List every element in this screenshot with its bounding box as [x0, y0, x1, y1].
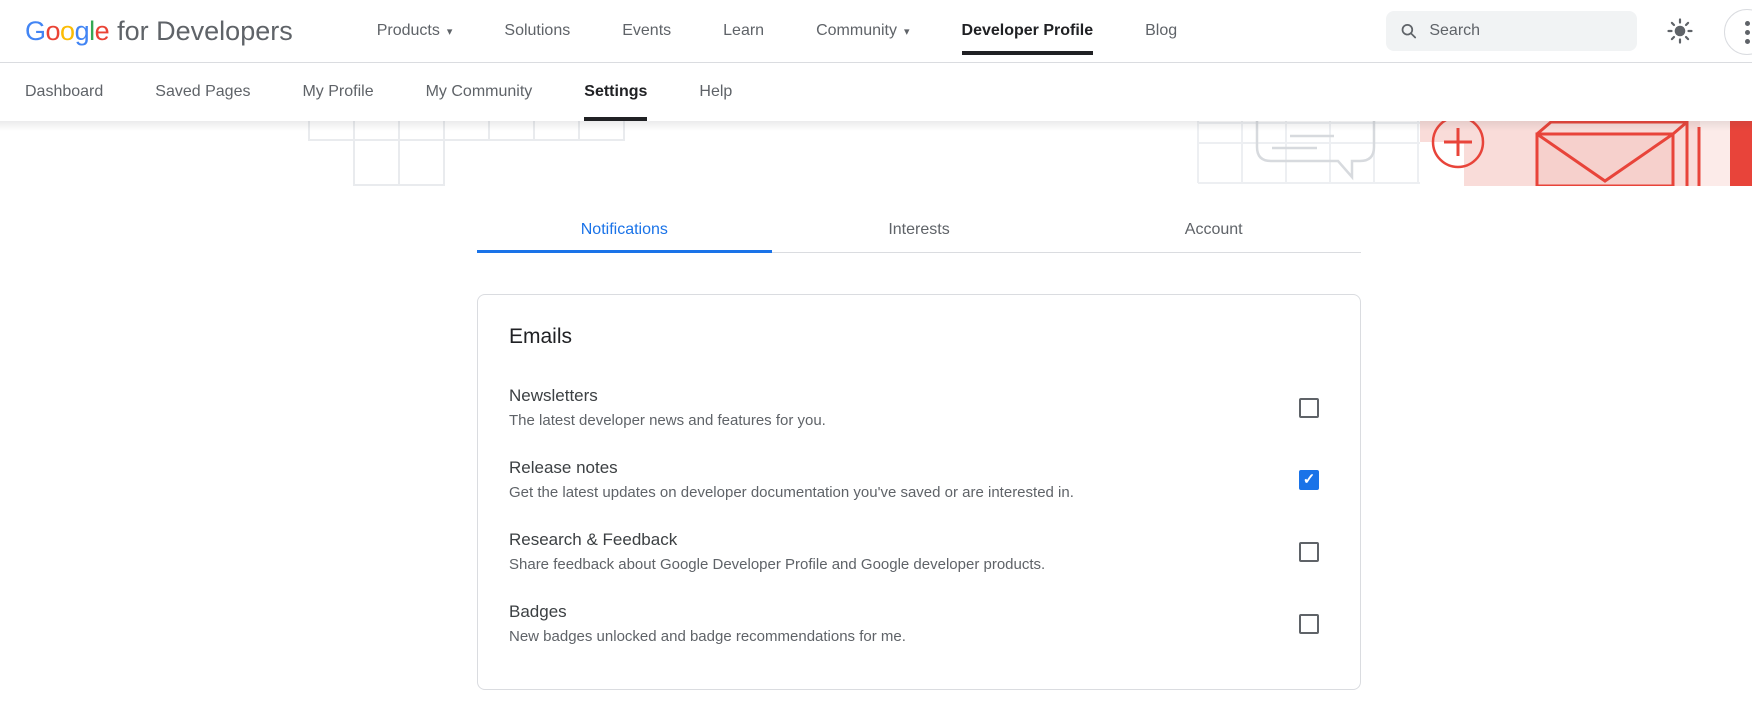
- subnav-label: Help: [699, 83, 732, 101]
- row-title: Research & Feedback: [509, 530, 1045, 550]
- email-pref-row-release-notes: Release notes Get the latest updates on …: [509, 458, 1319, 501]
- chevron-down-icon: [904, 25, 910, 38]
- email-pref-row-badges: Badges New badges unlocked and badge rec…: [509, 602, 1319, 645]
- settings-tabs: Notifications Interests Account: [477, 208, 1361, 253]
- tab-label: Interests: [888, 221, 949, 239]
- kebab-dot: [1745, 30, 1750, 35]
- subnav-label: My Community: [426, 83, 533, 101]
- row-description: The latest developer news and features f…: [509, 412, 826, 429]
- logo-letter: o: [46, 16, 61, 47]
- google-for-developers-logo[interactable]: Google for Developers: [25, 16, 293, 47]
- release-notes-checkbox[interactable]: [1299, 470, 1319, 490]
- row-description: Share feedback about Google Developer Pr…: [509, 556, 1045, 573]
- badges-checkbox[interactable]: [1299, 614, 1319, 634]
- emails-card: Emails Newsletters The latest developer …: [477, 294, 1361, 690]
- nav-label: Blog: [1145, 22, 1177, 40]
- email-pref-row-research-feedback: Research & Feedback Share feedback about…: [509, 530, 1319, 573]
- sun-icon: [1665, 16, 1695, 46]
- subnav-item-saved-pages[interactable]: Saved Pages: [155, 63, 250, 121]
- nav-label: Learn: [723, 22, 764, 40]
- nav-label: Products: [377, 22, 440, 40]
- banner-right-illustration: [1192, 121, 1752, 186]
- subnav-label: Saved Pages: [155, 83, 250, 101]
- search-box[interactable]: [1386, 11, 1637, 51]
- row-text: Release notes Get the latest updates on …: [509, 458, 1074, 501]
- logo-letter: g: [75, 16, 90, 47]
- subnav-label: My Profile: [302, 83, 373, 101]
- nav-item-learn[interactable]: Learn: [723, 0, 764, 62]
- overflow-menu-button[interactable]: [1724, 9, 1752, 55]
- row-text: Research & Feedback Share feedback about…: [509, 530, 1045, 573]
- tab-notifications[interactable]: Notifications: [477, 208, 772, 252]
- subnav-item-dashboard[interactable]: Dashboard: [25, 63, 103, 121]
- settings-banner: [0, 121, 1752, 186]
- nav-item-developer-profile[interactable]: Developer Profile: [962, 0, 1094, 62]
- magnifier-icon: [1400, 21, 1417, 41]
- row-text: Newsletters The latest developer news an…: [509, 386, 826, 429]
- nav-label: Developer Profile: [962, 22, 1094, 40]
- chat-bubble-icon: [1257, 121, 1374, 177]
- primary-nav: Products Solutions Events Learn Communit…: [377, 0, 1177, 62]
- newsletters-checkbox[interactable]: [1299, 398, 1319, 418]
- subnav-label: Dashboard: [25, 83, 103, 101]
- keyboard-grid-illustration: [308, 121, 628, 186]
- subnav-item-help[interactable]: Help: [699, 63, 732, 121]
- row-description: New badges unlocked and badge recommenda…: [509, 628, 906, 645]
- theme-toggle-button[interactable]: [1663, 14, 1697, 48]
- background-grid: [1198, 121, 1420, 183]
- row-text: Badges New badges unlocked and badge rec…: [509, 602, 906, 645]
- subnav-item-my-profile[interactable]: My Profile: [302, 63, 373, 121]
- row-description: Get the latest updates on developer docu…: [509, 484, 1074, 501]
- nav-label: Community: [816, 22, 897, 40]
- logo-letter: G: [25, 16, 46, 47]
- row-title: Badges: [509, 602, 906, 622]
- subnav-label: Settings: [584, 83, 647, 101]
- nav-item-solutions[interactable]: Solutions: [504, 0, 570, 62]
- nav-label: Solutions: [504, 22, 570, 40]
- search-input[interactable]: [1429, 22, 1623, 40]
- subnav-item-settings[interactable]: Settings: [584, 63, 647, 121]
- tab-account[interactable]: Account: [1066, 208, 1361, 252]
- top-header: Google for Developers Products Solutions…: [0, 0, 1752, 63]
- chevron-down-icon: [447, 25, 453, 38]
- tab-label: Account: [1185, 221, 1243, 239]
- tab-interests[interactable]: Interests: [772, 208, 1067, 252]
- email-pref-row-newsletters: Newsletters The latest developer news an…: [509, 386, 1319, 429]
- logo-letter: o: [60, 16, 75, 47]
- profile-subnav: Dashboard Saved Pages My Profile My Comm…: [0, 63, 1752, 121]
- subnav-item-my-community[interactable]: My Community: [426, 63, 533, 121]
- tab-label: Notifications: [581, 221, 668, 239]
- row-title: Newsletters: [509, 386, 826, 406]
- nav-item-community[interactable]: Community: [816, 0, 909, 62]
- research-feedback-checkbox[interactable]: [1299, 542, 1319, 562]
- logo-suffix: for Developers: [117, 16, 293, 47]
- nav-item-products[interactable]: Products: [377, 0, 453, 62]
- red-bar: [1730, 121, 1752, 186]
- kebab-dot: [1745, 39, 1750, 44]
- nav-item-events[interactable]: Events: [622, 0, 671, 62]
- nav-label: Events: [622, 22, 671, 40]
- row-title: Release notes: [509, 458, 1074, 478]
- logo-letter: e: [95, 16, 110, 47]
- kebab-dot: [1745, 21, 1750, 26]
- nav-item-blog[interactable]: Blog: [1145, 0, 1177, 62]
- card-title: Emails: [509, 325, 1319, 349]
